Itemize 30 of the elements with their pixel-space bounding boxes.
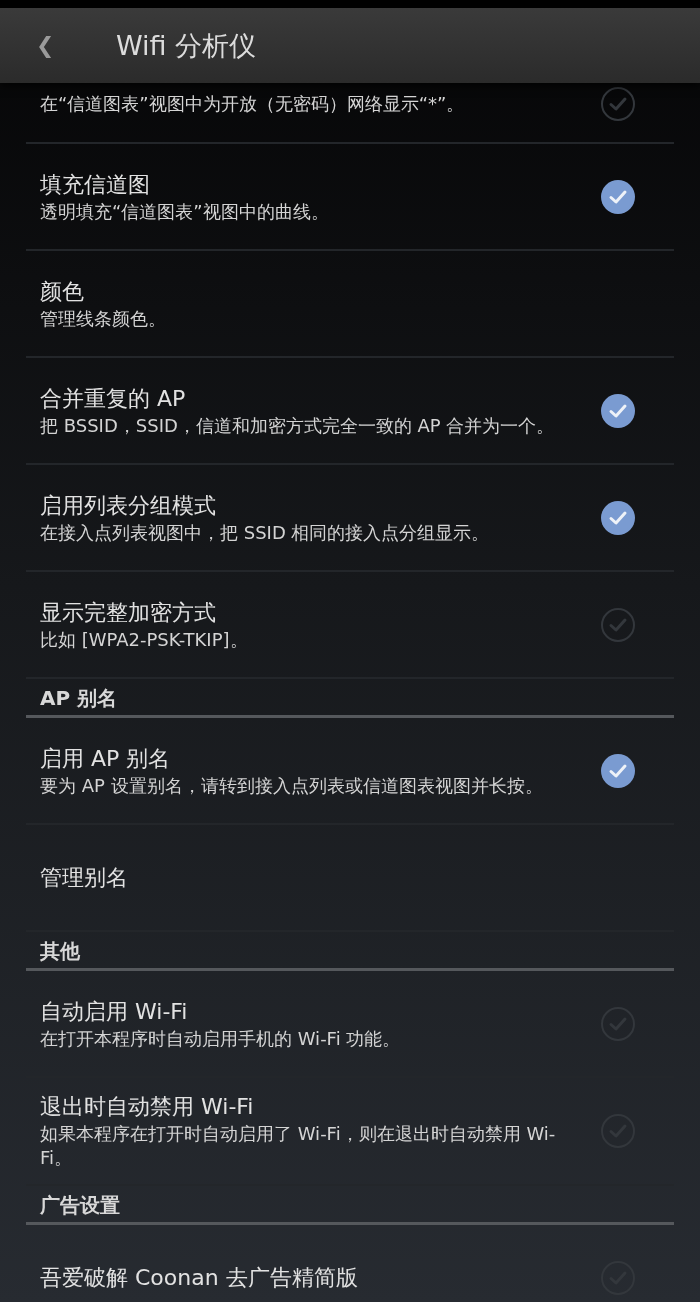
setting-title: 吾爱破解 Coonan 去广告精简版 [40,1263,359,1292]
setting-title: 合并重复的 AP [40,384,187,413]
setting-description: 要为 AP 设置别名，请转到接入点列表或信道图表视图并长按。 [40,773,544,798]
back-button[interactable]: ❮ [36,33,76,58]
checkbox[interactable] [600,606,636,643]
setting-title: 启用列表分组模式 [40,491,217,520]
checkbox[interactable] [600,752,636,789]
screen-title: Wifi 分析仪 [116,28,257,63]
setting-description: 比如 [WPA2-PSK-TKIP]。 [40,627,249,652]
setting-title: 显示完整加密方式 [40,598,217,627]
setting-title: 退出时自动禁用 Wi-Fi [40,1093,255,1121]
setting-title: 颜色 [40,277,85,306]
setting-description: 透明填充“信道图表”视图中的曲线。 [40,199,330,224]
checkbox[interactable] [600,86,636,122]
section-header: 广告设置 [40,1193,120,1217]
setting-description: 把 BSSID，SSID，信道和加密方式完全一致的 AP 合并为一个。 [40,413,556,438]
setting-description: 管理线条颜色。 [40,306,167,331]
section-header: 其他 [40,939,80,963]
setting-title: 自动启用 Wi-Fi [40,997,189,1026]
setting-title: 填充信道图 [40,170,151,199]
checkbox[interactable] [600,499,636,536]
setting-title: 启用 AP 别名 [40,744,172,773]
checkbox[interactable] [600,392,636,429]
setting-description: 如果本程序在打开时自动启用了 Wi-Fi，则在退出时自动禁用 Wi-Fi。 [40,1122,557,1170]
section-header: AP 别名 [40,686,118,710]
setting-description: 在打开本程序时自动启用手机的 Wi-Fi 功能。 [40,1026,402,1051]
checkbox[interactable] [600,178,636,215]
setting-description: 在“信道图表”视图中为开放（无密码）网络显示“*”。 [40,92,466,116]
setting-description: 在接入点列表视图中，把 SSID 相同的接入点分组显示。 [40,520,491,545]
setting-title: 管理别名 [40,863,129,892]
